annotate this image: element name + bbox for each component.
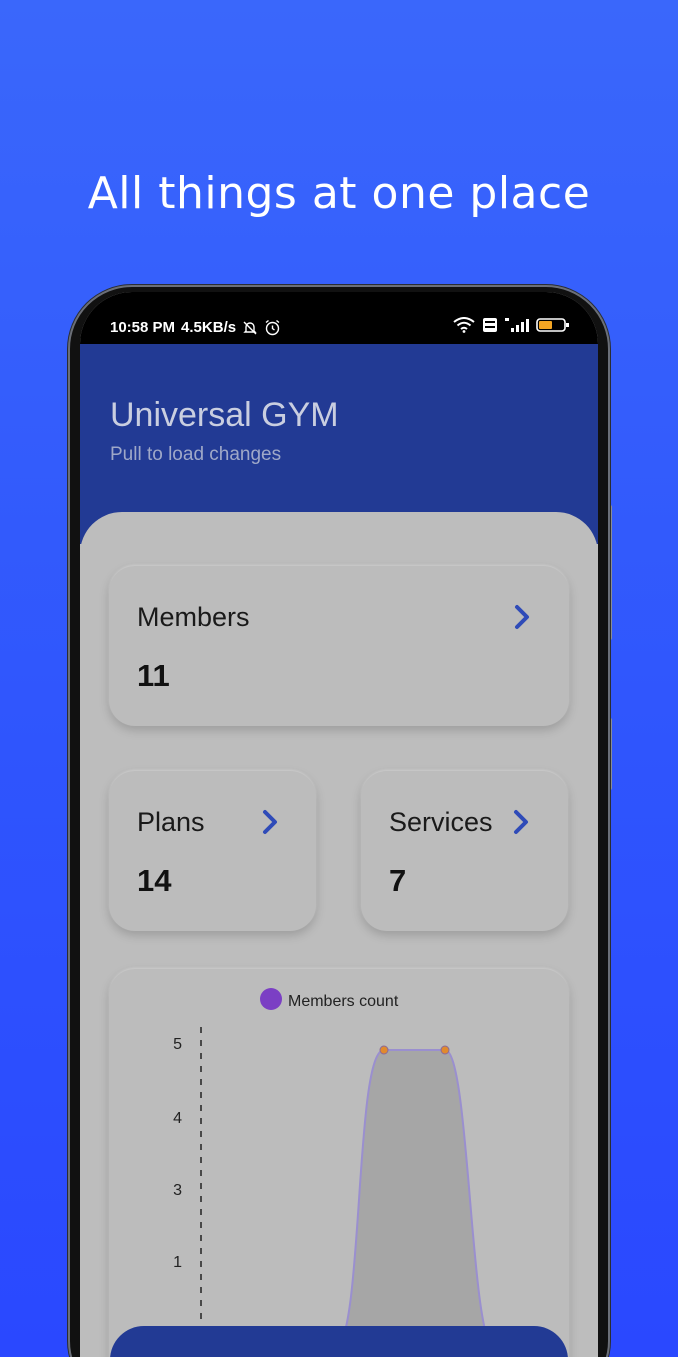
y-tick-label: 1 xyxy=(173,1254,182,1271)
app-subtitle: Pull to load changes xyxy=(110,444,282,465)
services-count: 7 xyxy=(389,863,407,898)
data-point xyxy=(379,1045,389,1055)
battery-icon xyxy=(536,318,569,332)
chevron-right-icon[interactable] xyxy=(513,604,531,630)
chevron-right-icon[interactable] xyxy=(261,809,279,835)
alarm-icon xyxy=(265,319,280,336)
y-tick-label: 3 xyxy=(173,1182,182,1199)
status-bar: 10:58 PM 4.5KB/s xyxy=(80,292,598,344)
members-chart-card: Members count 1 3 4 5 xyxy=(109,969,569,1357)
chart-legend: Members count xyxy=(260,988,399,1010)
members-card[interactable]: Members 11 xyxy=(109,566,569,726)
chevron-right-icon[interactable] xyxy=(512,809,530,835)
y-tick-label: 5 xyxy=(173,1036,182,1053)
bell-off-icon xyxy=(243,321,257,334)
status-speed: 4.5KB/s xyxy=(181,319,237,336)
members-chart: Members count 1 3 4 5 xyxy=(173,988,496,1350)
plans-count: 14 xyxy=(137,863,172,898)
plans-card[interactable]: Plans 14 xyxy=(109,771,316,931)
members-count: 11 xyxy=(137,658,170,693)
legend-swatch xyxy=(260,988,282,1010)
members-label: Members xyxy=(137,602,250,632)
app-title: Universal GYM xyxy=(110,396,339,434)
signal-icon xyxy=(505,318,529,332)
plans-label: Plans xyxy=(137,807,205,837)
status-time: 10:58 PM xyxy=(110,319,176,336)
legend-label: Members count xyxy=(288,993,399,1010)
y-tick-label: 4 xyxy=(173,1110,182,1127)
dashboard-content: Members 11 Plans 14 Services 7 Members c… xyxy=(80,512,598,1357)
bottom-navigation-bar[interactable] xyxy=(110,1326,568,1357)
services-card[interactable]: Services 7 xyxy=(361,771,568,931)
data-point xyxy=(440,1045,450,1055)
series-area xyxy=(259,1049,496,1350)
services-label: Services xyxy=(389,807,493,837)
headline: All things at one place xyxy=(87,168,591,219)
phone-screen: 10:58 PM 4.5KB/s Universal GYM Pull to l… xyxy=(80,292,598,1357)
volte-icon xyxy=(483,318,497,332)
wifi-icon xyxy=(453,317,475,333)
